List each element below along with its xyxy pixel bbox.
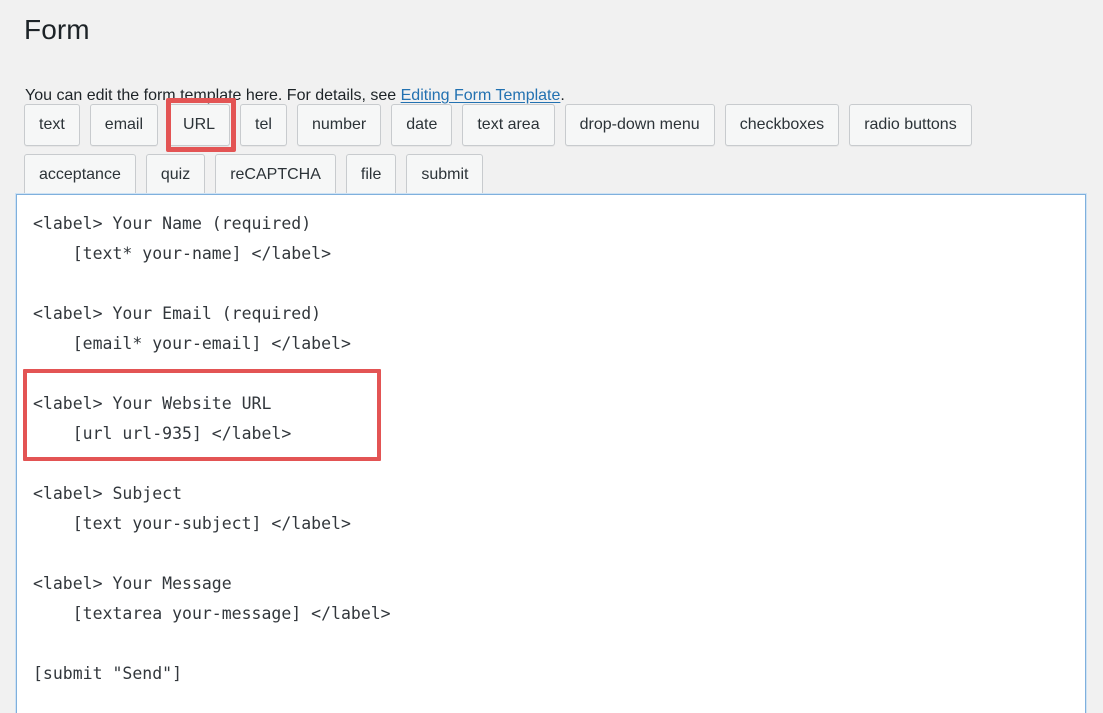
tag-generator-row-2: acceptance quiz reCAPTCHA file submit (24, 154, 1084, 196)
tag-button-radio-buttons[interactable]: radio buttons (849, 104, 972, 146)
tag-button-file[interactable]: file (346, 154, 396, 196)
tag-button-number[interactable]: number (297, 104, 381, 146)
form-template-textarea[interactable]: <label> Your Name (required) [text* your… (16, 194, 1086, 713)
page-title: Form (24, 12, 90, 48)
tag-button-url[interactable]: URL (168, 104, 230, 146)
tag-button-drop-down-menu[interactable]: drop-down menu (565, 104, 715, 146)
tag-generator-row-1: text email URL tel number date text area… (24, 104, 1084, 146)
tag-generator-buttons: text email URL tel number date text area… (24, 104, 1084, 204)
tag-button-recaptcha[interactable]: reCAPTCHA (215, 154, 336, 196)
tag-button-email[interactable]: email (90, 104, 158, 146)
form-template-code[interactable]: <label> Your Name (required) [text* your… (17, 195, 1085, 689)
tag-button-submit[interactable]: submit (406, 154, 483, 196)
tag-button-text[interactable]: text (24, 104, 80, 146)
description-text-after: . (560, 87, 564, 104)
tag-button-acceptance[interactable]: acceptance (24, 154, 136, 196)
tag-button-date[interactable]: date (391, 104, 452, 146)
description-text-before: You can edit the form template here. For… (25, 87, 401, 104)
tag-button-tel[interactable]: tel (240, 104, 287, 146)
form-editor-page: Form You can edit the form template here… (0, 0, 1103, 713)
tag-button-checkboxes[interactable]: checkboxes (725, 104, 840, 146)
editing-form-template-link[interactable]: Editing Form Template (401, 87, 561, 104)
tag-button-text-area[interactable]: text area (462, 104, 554, 146)
tag-button-quiz[interactable]: quiz (146, 154, 205, 196)
